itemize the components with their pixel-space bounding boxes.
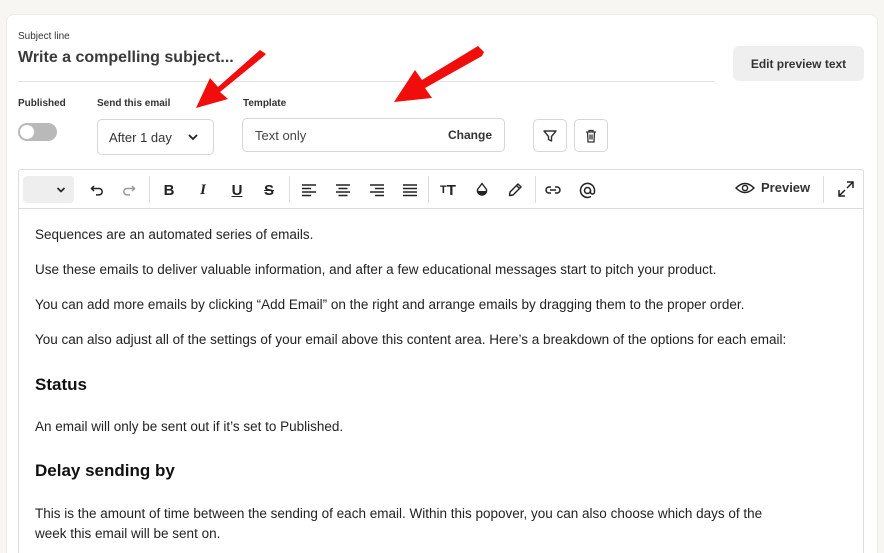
toolbar-divider	[289, 176, 290, 203]
paragraph: You can add more emails by clicking “Add…	[35, 297, 745, 312]
font-size-icon: T	[440, 184, 447, 196]
justify-button[interactable]	[399, 179, 421, 201]
send-this-email-label: Send this email	[97, 98, 171, 109]
align-right-button[interactable]	[366, 179, 388, 201]
justify-icon	[403, 184, 417, 197]
link-icon	[545, 186, 561, 194]
link-button[interactable]	[542, 179, 564, 201]
redo-icon	[123, 185, 136, 196]
redo-button[interactable]	[118, 179, 140, 201]
strikethrough-icon: S	[263, 181, 274, 199]
underline-button[interactable]: U	[226, 179, 248, 201]
align-center-button[interactable]	[332, 179, 354, 201]
highlight-button[interactable]	[504, 179, 526, 201]
email-editor: B I U S TT Preview Sequences are an auto…	[18, 169, 864, 553]
underline-icon: U	[231, 181, 243, 199]
chevron-down-icon	[56, 187, 66, 193]
bold-icon: B	[163, 181, 175, 199]
undo-button[interactable]	[86, 179, 108, 201]
align-center-icon	[336, 184, 350, 197]
heading-delay: Delay sending by	[35, 461, 175, 480]
paragraph: Sequences are an automated series of ema…	[35, 227, 314, 242]
align-right-icon	[370, 184, 384, 197]
preview-button[interactable]: Preview	[735, 180, 810, 195]
italic-icon: I	[200, 181, 206, 198]
highlighter-icon	[508, 183, 522, 197]
template-value: Text only	[255, 127, 307, 143]
eye-icon	[735, 182, 755, 193]
color-drop-icon	[476, 182, 488, 196]
paragraph: week this email will be sent on.	[35, 526, 221, 541]
toolbar-divider	[428, 176, 429, 203]
red-arrow-annotation	[394, 46, 484, 102]
filter-icon	[543, 129, 557, 142]
font-size-button[interactable]: TT	[437, 179, 459, 201]
trash-icon	[586, 129, 596, 143]
preview-label: Preview	[761, 180, 811, 195]
paragraph: You can also adjust all of the settings …	[35, 332, 787, 347]
send-delay-select[interactable]: After 1 day	[97, 119, 214, 155]
template-field: Text only Change	[242, 118, 505, 152]
toolbar-divider	[535, 176, 536, 203]
toggle-knob	[20, 125, 34, 139]
paragraph: Use these emails to deliver valuable inf…	[35, 262, 717, 277]
align-left-icon	[302, 184, 316, 197]
published-toggle[interactable]	[18, 123, 57, 141]
mention-icon	[579, 182, 595, 198]
toolbar-divider	[149, 176, 150, 203]
mention-button[interactable]	[576, 179, 598, 201]
template-change-button[interactable]: Change	[448, 128, 492, 142]
italic-button[interactable]: I	[192, 179, 214, 201]
published-label: Published	[18, 98, 66, 109]
toolbar-divider	[823, 176, 824, 203]
text-format-select[interactable]	[23, 176, 74, 203]
undo-icon	[90, 185, 103, 196]
subject-underline	[18, 81, 715, 82]
delete-button[interactable]	[574, 119, 608, 152]
expand-button[interactable]	[837, 180, 855, 203]
chevron-down-icon	[188, 134, 198, 141]
filter-button[interactable]	[533, 119, 567, 152]
subject-line-label: Subject line	[18, 31, 70, 42]
align-left-button[interactable]	[298, 179, 320, 201]
heading-status: Status	[35, 375, 87, 394]
red-arrow-annotation	[196, 50, 266, 108]
expand-icon	[838, 181, 854, 197]
strikethrough-button[interactable]: S	[258, 179, 280, 201]
edit-preview-text-button[interactable]: Edit preview text	[733, 46, 864, 81]
editor-toolbar: B I U S TT Preview	[19, 170, 863, 209]
bold-button[interactable]: B	[158, 179, 180, 201]
text-color-button[interactable]	[471, 179, 493, 201]
send-delay-value: After 1 day	[109, 129, 172, 145]
paragraph: An email will only be sent out if it’s s…	[35, 419, 344, 434]
paragraph: This is the amount of time between the s…	[35, 506, 763, 521]
